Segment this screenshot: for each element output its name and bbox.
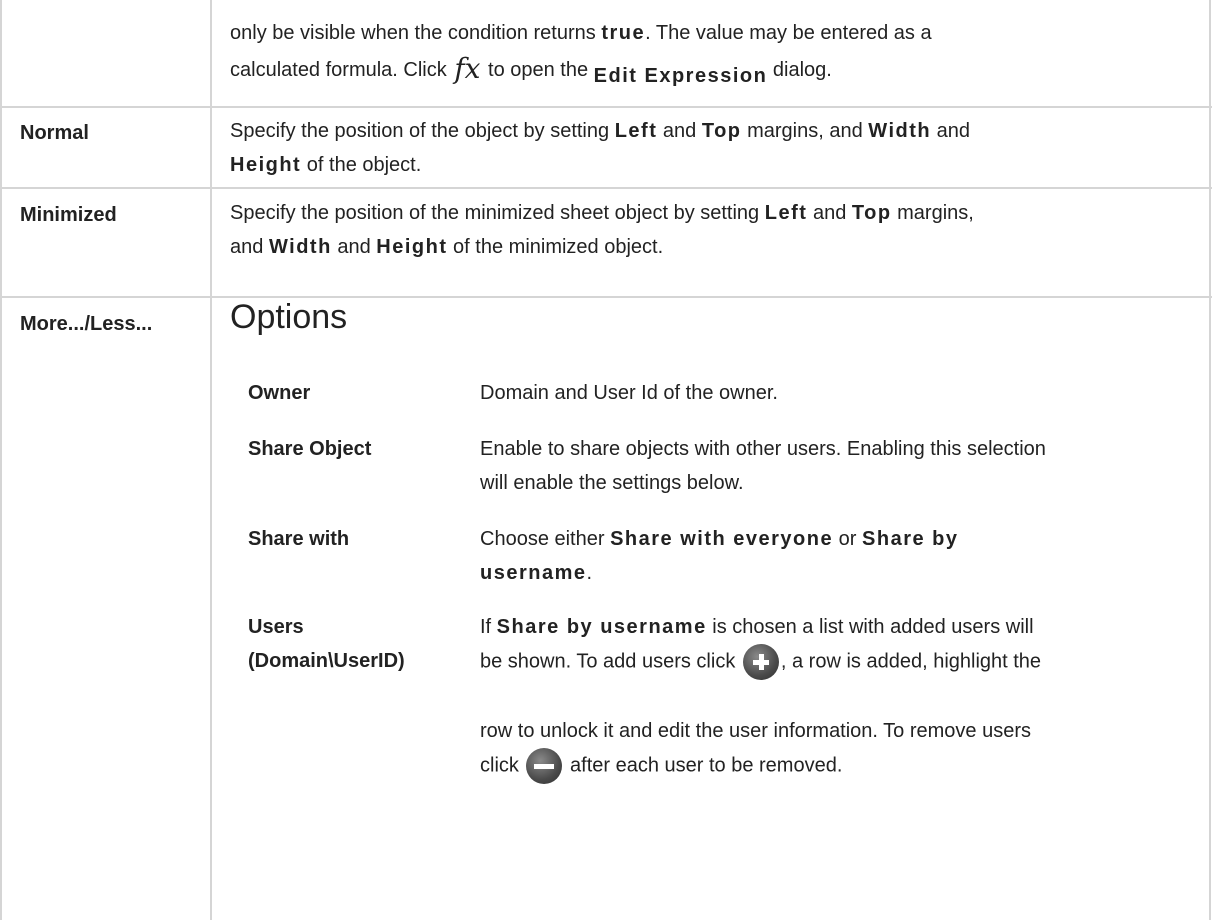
option-term-users: Users (Domain\UserID) bbox=[248, 610, 405, 678]
fx-icon: fx bbox=[454, 52, 481, 85]
keyword-width: Width bbox=[868, 120, 932, 142]
keyword-true: true bbox=[601, 22, 646, 44]
text: click bbox=[480, 754, 525, 777]
text: If bbox=[480, 616, 497, 638]
text: . bbox=[586, 562, 593, 584]
text: Users bbox=[248, 616, 304, 638]
minus-circle-icon bbox=[526, 748, 563, 784]
keyword-left: Left bbox=[614, 120, 658, 142]
keyword-username: username bbox=[480, 562, 587, 584]
row-divider bbox=[0, 296, 1212, 298]
option-term-share-object: Share Object bbox=[248, 438, 372, 460]
text: will enable the settings below. bbox=[480, 472, 744, 494]
normal-desc: Specify the position of the object by se… bbox=[230, 114, 1190, 182]
text: and bbox=[657, 120, 702, 142]
option-desc-share-with: Choose either Share with everyone or Sha… bbox=[480, 522, 1200, 590]
text: calculated formula. Click bbox=[230, 59, 453, 81]
text: and bbox=[230, 236, 269, 258]
text: dialog. bbox=[767, 59, 832, 81]
text: of the minimized object. bbox=[447, 236, 664, 258]
text: be shown. To add users click bbox=[480, 650, 741, 673]
row-visible-condition-desc: only be visible when the condition retur… bbox=[230, 16, 1190, 87]
text: Specify the position of the object by se… bbox=[230, 120, 615, 142]
term-more-less: More.../Less... bbox=[20, 313, 153, 335]
option-desc-share-object: Enable to share objects with other users… bbox=[480, 432, 1200, 500]
text: and bbox=[931, 120, 971, 142]
option-term-owner: Owner bbox=[248, 382, 311, 404]
right-border bbox=[1209, 0, 1211, 920]
keyword-top: Top bbox=[851, 202, 892, 224]
text: row to unlock it and edit the user infor… bbox=[480, 720, 1032, 742]
keyword-width: Width bbox=[268, 236, 332, 258]
keyword-left: Left bbox=[764, 202, 808, 224]
option-desc-users: If Share by username is chosen a list wi… bbox=[480, 610, 1200, 784]
plus-circle-icon bbox=[742, 644, 779, 680]
text: and bbox=[331, 236, 377, 258]
text: . The value may be entered as a bbox=[645, 22, 932, 44]
text: to open the bbox=[482, 59, 594, 81]
keyword-share-with-everyone: Share with everyone bbox=[610, 528, 834, 550]
row-divider bbox=[0, 106, 1212, 108]
term-minimized: Minimized bbox=[20, 204, 117, 226]
keyword-share-by-username: Share by username bbox=[496, 616, 707, 638]
text: margins, and bbox=[741, 120, 869, 142]
text: , a row is added, highlight the bbox=[780, 650, 1042, 673]
keyword-edit-expression: Edit Expression bbox=[593, 65, 768, 87]
minimized-desc: Specify the position of the minimized sh… bbox=[230, 196, 1190, 264]
column-divider bbox=[210, 0, 212, 920]
left-border bbox=[0, 0, 2, 920]
term-normal: Normal bbox=[20, 122, 89, 144]
keyword-height: Height bbox=[376, 236, 448, 258]
text: Choose either bbox=[480, 528, 611, 550]
option-desc-owner: Domain and User Id of the owner. bbox=[480, 382, 778, 404]
text: is chosen a list with added users will bbox=[706, 616, 1034, 638]
text: or bbox=[833, 528, 863, 550]
text: margins, bbox=[891, 202, 974, 224]
text: (Domain\UserID) bbox=[248, 650, 405, 672]
text: of the object. bbox=[301, 154, 422, 176]
text: and bbox=[807, 202, 852, 224]
text: only be visible when the condition retur… bbox=[230, 22, 602, 44]
option-term-share-with: Share with bbox=[248, 528, 350, 550]
keyword-share-by: Share by bbox=[862, 528, 959, 550]
text: Specify the position of the minimized sh… bbox=[230, 202, 765, 224]
keyword-top: Top bbox=[701, 120, 742, 142]
document-table: only be visible when the condition retur… bbox=[0, 0, 1212, 920]
keyword-height: Height bbox=[230, 154, 302, 176]
options-heading: Options bbox=[230, 298, 348, 336]
row-divider bbox=[0, 187, 1212, 189]
text: after each user to be removed. bbox=[564, 754, 843, 777]
text: Enable to share objects with other users… bbox=[480, 438, 1046, 460]
